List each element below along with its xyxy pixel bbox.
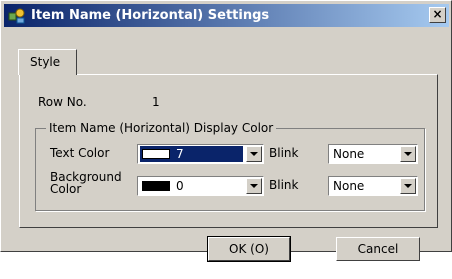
close-icon: × (432, 7, 443, 21)
text-color-value: 7 (176, 147, 184, 161)
chevron-down-icon[interactable] (400, 178, 416, 194)
settings-dialog: Item Name (Horizontal) Settings × Style … (0, 0, 452, 262)
text-color-swatch (142, 149, 170, 159)
row-number-value: 1 (152, 95, 160, 109)
text-blink-dropdown[interactable]: None (328, 144, 418, 164)
background-blink-value: None (333, 179, 365, 193)
background-color-swatch (142, 181, 170, 191)
cancel-button[interactable]: Cancel (336, 237, 420, 261)
background-blink-dropdown[interactable]: None (328, 176, 418, 196)
text-color-label: Text Color (50, 146, 110, 160)
settings-app-icon (8, 8, 25, 24)
background-color-label-line2: Color (50, 182, 82, 196)
display-color-group-legend: Item Name (Horizontal) Display Color (46, 121, 277, 135)
text-blink-value: None (333, 147, 365, 161)
chevron-down-icon[interactable] (400, 146, 416, 162)
window-title: Item Name (Horizontal) Settings (31, 8, 270, 23)
ok-button[interactable]: OK (O) (207, 236, 291, 262)
chevron-down-icon[interactable] (246, 146, 262, 162)
close-button[interactable]: × (429, 7, 446, 23)
background-color-value: 0 (176, 179, 184, 193)
background-blink-label: Blink (269, 178, 299, 192)
row-number-label: Row No. (38, 95, 87, 109)
text-blink-label: Blink (269, 146, 299, 160)
tab-style[interactable]: Style (18, 49, 77, 75)
chevron-down-icon[interactable] (246, 178, 262, 194)
background-color-dropdown[interactable]: 0 (137, 176, 264, 196)
text-color-dropdown[interactable]: 7 (137, 144, 264, 164)
title-bar[interactable]: Item Name (Horizontal) Settings × (4, 4, 449, 27)
tab-style-label: Style (30, 55, 61, 69)
